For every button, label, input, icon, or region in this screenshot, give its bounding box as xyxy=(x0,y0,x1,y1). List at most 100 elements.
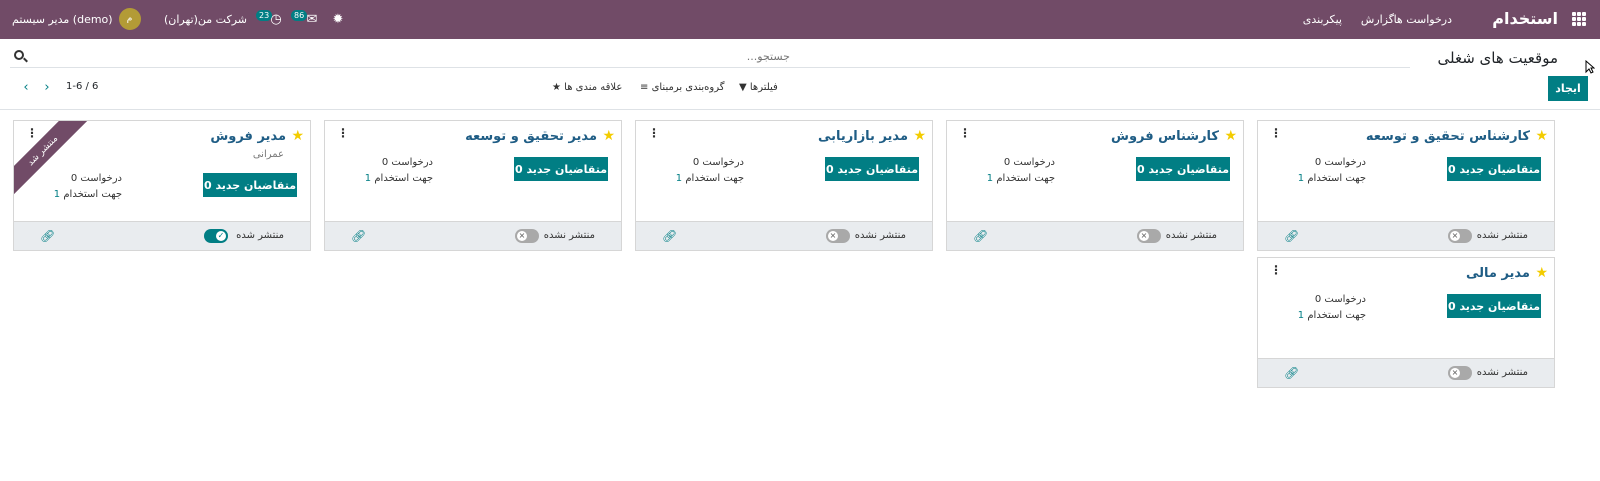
job-title[interactable]: مدیر مالی xyxy=(1466,266,1530,281)
pager-next-icon[interactable]: › xyxy=(40,81,54,95)
publish-status: منتشر نشده xyxy=(854,230,906,241)
job-title[interactable]: مدیر بازاریابی xyxy=(818,129,908,144)
star-icon: ★ xyxy=(552,82,565,93)
pager-prev-icon[interactable]: ‹ xyxy=(19,81,33,95)
link-icon[interactable]: 🔗︎ xyxy=(973,230,988,242)
nav-configuration[interactable]: پیکربندی xyxy=(1303,13,1342,26)
to-recruit-label: جهت استخدام xyxy=(996,173,1055,184)
to-recruit-label: جهت استخدام xyxy=(1307,310,1366,321)
publish-toggle[interactable]: × xyxy=(1448,366,1472,380)
link-icon[interactable]: 🔗︎ xyxy=(1284,230,1299,242)
publish-status: منتشر نشده xyxy=(1165,230,1217,241)
to-recruit-label: جهت استخدام xyxy=(63,189,122,200)
requests-count: 0 xyxy=(1003,157,1011,168)
link-icon[interactable]: 🔗︎ xyxy=(351,230,366,242)
job-card[interactable]: ★ مدیر فروش عمرانی ⋮ منتشر شد 0 متقاضیان… xyxy=(13,120,311,251)
create-button[interactable]: ایجاد xyxy=(1548,76,1588,101)
requests-stat[interactable]: 0 درخواست xyxy=(693,157,744,168)
requests-label: درخواست xyxy=(1324,294,1366,305)
card-menu-icon[interactable]: ⋮ xyxy=(648,127,660,139)
favorite-star-icon[interactable]: ★ xyxy=(291,128,304,144)
publish-toggle[interactable]: × xyxy=(1448,229,1472,243)
publish-toggle[interactable]: × xyxy=(515,229,539,243)
card-menu-icon[interactable]: ⋮ xyxy=(1270,127,1282,139)
favorites-dropdown[interactable]: ★ علاقه مندی ها xyxy=(552,82,622,93)
job-title[interactable]: مدیر تحقیق و توسعه xyxy=(465,129,597,144)
to-recruit-count: 1 xyxy=(364,173,372,184)
to-recruit-stat[interactable]: 1 جهت استخدام xyxy=(54,189,122,200)
card-menu-icon[interactable]: ⋮ xyxy=(26,127,38,139)
to-recruit-count: 1 xyxy=(1297,173,1305,184)
job-title[interactable]: کارشناس تحقیق و توسعه xyxy=(1366,129,1530,144)
publish-toggle[interactable]: × xyxy=(1137,229,1161,243)
card-footer: منتشر شده ✓ 🔗︎ xyxy=(14,221,310,250)
publish-status: منتشر نشده xyxy=(1476,367,1528,378)
card-footer: منتشر نشده × 🔗︎ xyxy=(1258,358,1554,387)
new-applicants-button[interactable]: 0 متقاضیان جدید xyxy=(203,173,297,197)
filters-dropdown[interactable]: ▼ فیلترها xyxy=(739,82,778,93)
nav-requests[interactable]: درخواست ها xyxy=(1394,13,1452,26)
requests-stat[interactable]: 0 درخواست xyxy=(1004,157,1055,168)
link-icon[interactable]: 🔗︎ xyxy=(662,230,677,242)
card-menu-icon[interactable]: ⋮ xyxy=(1270,264,1282,276)
favorite-star-icon[interactable]: ★ xyxy=(913,128,926,144)
apps-menu-icon[interactable] xyxy=(1572,12,1586,26)
to-recruit-stat[interactable]: 1 جهت استخدام xyxy=(1298,310,1366,321)
to-recruit-label: جهت استخدام xyxy=(685,173,744,184)
link-icon[interactable]: 🔗︎ xyxy=(1284,367,1299,379)
favorite-star-icon[interactable]: ★ xyxy=(1535,265,1548,281)
link-icon[interactable]: 🔗︎ xyxy=(40,230,55,242)
to-recruit-stat[interactable]: 1 جهت استخدام xyxy=(365,173,433,184)
publish-toggle[interactable]: × xyxy=(826,229,850,243)
favorite-star-icon[interactable]: ★ xyxy=(1535,128,1548,144)
groupby-dropdown[interactable]: ≡ گروه‌بندی برمبنای xyxy=(640,82,725,93)
card-footer: منتشر نشده × 🔗︎ xyxy=(636,221,932,250)
job-card[interactable]: ★ کارشناس تحقیق و توسعه ⋮ 0 متقاضیان جدی… xyxy=(1257,120,1555,251)
card-footer: منتشر نشده × 🔗︎ xyxy=(325,221,621,250)
app-brand[interactable]: استخدام xyxy=(1492,9,1558,28)
requests-count: 0 xyxy=(1314,157,1322,168)
page-title: موقعیت های شغلی xyxy=(1437,49,1558,67)
check-icon: ✓ xyxy=(216,231,226,241)
requests-stat[interactable]: 0 درخواست xyxy=(382,157,433,168)
company-switcher[interactable]: شرکت من(تهران) xyxy=(164,13,247,26)
list-icon: ≡ xyxy=(640,82,652,93)
debug-bug-icon[interactable]: ✹ xyxy=(330,12,346,28)
publish-toggle[interactable]: ✓ xyxy=(204,229,228,243)
to-recruit-stat[interactable]: 1 جهت استخدام xyxy=(1298,173,1366,184)
card-footer: منتشر نشده × 🔗︎ xyxy=(1258,221,1554,250)
x-icon: × xyxy=(828,231,838,241)
pager-value[interactable]: 1-6 / 6 xyxy=(66,81,98,92)
requests-count: 0 xyxy=(70,173,78,184)
card-menu-icon[interactable]: ⋮ xyxy=(959,127,971,139)
job-card[interactable]: ★ مدیر بازاریابی ⋮ 0 متقاضیان جدید 0 درخ… xyxy=(635,120,933,251)
requests-stat[interactable]: 0 درخواست xyxy=(1315,157,1366,168)
requests-stat[interactable]: 0 درخواست xyxy=(71,173,122,184)
job-title[interactable]: مدیر فروش xyxy=(210,129,286,144)
favorite-star-icon[interactable]: ★ xyxy=(602,128,615,144)
search-icon[interactable] xyxy=(14,50,24,60)
job-card[interactable]: ★ مدیر مالی ⋮ 0 متقاضیان جدید 0 درخواست … xyxy=(1257,257,1555,388)
user-menu[interactable]: م مدیر سیستم (demo) xyxy=(12,8,141,30)
nav-reports[interactable]: گزارش xyxy=(1361,13,1394,26)
mouse-cursor-icon xyxy=(1585,60,1595,74)
control-panel-divider xyxy=(0,109,1600,110)
job-card[interactable]: ★ کارشناس فروش ⋮ 0 متقاضیان جدید 0 درخوا… xyxy=(946,120,1244,251)
requests-stat[interactable]: 0 درخواست xyxy=(1315,294,1366,305)
requests-count: 0 xyxy=(1314,294,1322,305)
job-card[interactable]: ★ مدیر تحقیق و توسعه ⋮ 0 متقاضیان جدید 0… xyxy=(324,120,622,251)
job-title[interactable]: کارشناس فروش xyxy=(1111,129,1219,144)
search-input[interactable] xyxy=(32,46,1410,66)
new-applicants-button[interactable]: 0 متقاضیان جدید xyxy=(1447,294,1541,318)
card-footer: منتشر نشده × 🔗︎ xyxy=(947,221,1243,250)
new-applicants-button[interactable]: 0 متقاضیان جدید xyxy=(1447,157,1541,181)
favorite-star-icon[interactable]: ★ xyxy=(1224,128,1237,144)
card-menu-icon[interactable]: ⋮ xyxy=(337,127,349,139)
filter-icon: ▼ xyxy=(739,82,750,93)
new-applicants-button[interactable]: 0 متقاضیان جدید xyxy=(1136,157,1230,181)
to-recruit-stat[interactable]: 1 جهت استخدام xyxy=(676,173,744,184)
new-applicants-button[interactable]: 0 متقاضیان جدید xyxy=(514,157,608,181)
new-applicants-button[interactable]: 0 متقاضیان جدید xyxy=(825,157,919,181)
requests-count: 0 xyxy=(381,157,389,168)
to-recruit-stat[interactable]: 1 جهت استخدام xyxy=(987,173,1055,184)
